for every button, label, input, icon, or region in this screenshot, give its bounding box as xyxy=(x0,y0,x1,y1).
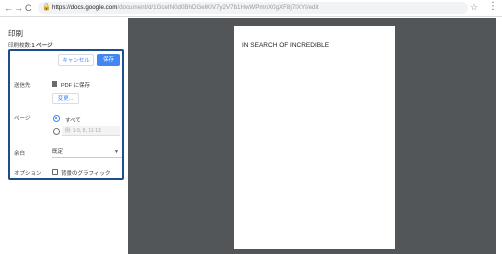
save-button[interactable]: 保存 xyxy=(97,54,120,66)
background-graphics-label: 背景のグラフィック xyxy=(61,171,111,177)
margins-select[interactable]: 既定 ▼ xyxy=(52,147,122,158)
browser-toolbar: ← → C 🔒 https://docs.google.com/document… xyxy=(0,0,502,17)
pages-label: ページ xyxy=(14,116,31,122)
page-count: 印刷枚数:1 ページ xyxy=(8,41,53,49)
margins-label: 余白 xyxy=(14,151,26,157)
address-bar[interactable]: 🔒 https://docs.google.com/document/d/1Gc… xyxy=(38,2,468,14)
preview-page-text: IN SEARCH OF INCREDIBLE xyxy=(242,42,330,49)
destination-value: PDF に保存 xyxy=(61,83,91,89)
document-icon xyxy=(52,81,57,87)
print-title: 印刷 xyxy=(8,29,23,38)
back-icon[interactable]: ← xyxy=(4,3,13,13)
destination-label: 送信先 xyxy=(14,83,31,89)
right-edge-strip xyxy=(496,18,502,254)
options-label: オプション xyxy=(14,171,42,177)
preview-page: IN SEARCH OF INCREDIBLE xyxy=(234,26,395,249)
forward-icon[interactable]: → xyxy=(14,3,23,13)
bookmark-star-icon[interactable]: ☆ xyxy=(470,2,478,13)
background-graphics-checkbox[interactable] xyxy=(52,169,58,175)
cancel-button[interactable]: キャンセル xyxy=(58,54,94,66)
url-text: https://docs.google.com/document/d/1GceI… xyxy=(52,2,319,14)
url-host: https://docs.google.com xyxy=(52,4,118,11)
url-path: /document/d/1GceIN0d0BhDGelKIV7y2V7b1HwW… xyxy=(117,4,319,11)
lock-icon: 🔒 xyxy=(42,4,51,11)
margins-value: 既定 xyxy=(52,149,64,155)
all-pages-label: すべて xyxy=(65,118,81,124)
change-destination-button[interactable]: 変更... xyxy=(52,93,79,104)
page-range-input[interactable]: 例: 1-5, 8, 11-13 xyxy=(62,126,120,136)
reload-icon[interactable]: C xyxy=(25,3,32,13)
browser-menu-icon[interactable]: ⋮ xyxy=(488,1,498,12)
page-range-radio[interactable] xyxy=(53,128,60,135)
chevron-down-icon: ▼ xyxy=(114,149,119,155)
all-pages-radio[interactable] xyxy=(53,115,60,122)
